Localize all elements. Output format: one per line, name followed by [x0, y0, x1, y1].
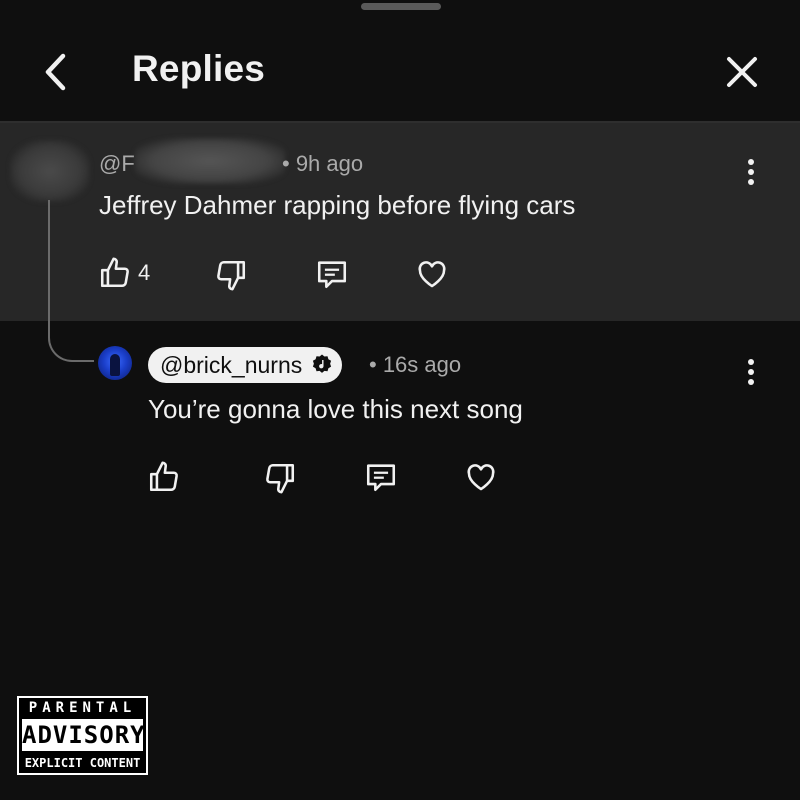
parental-advisory-line1: PARENTAL — [28, 700, 137, 716]
parental-advisory-line3: EXPLICIT CONTENT — [24, 756, 141, 770]
reply-author-chip[interactable]: @brick_nurns — [148, 347, 343, 383]
redacted-username — [135, 138, 285, 184]
music-note-badge-icon — [310, 353, 334, 377]
avatar-figure — [110, 354, 120, 376]
redacted-avatar — [10, 140, 90, 202]
avatar[interactable] — [98, 346, 132, 380]
comment-icon — [366, 464, 396, 492]
parent-like-button[interactable]: 4 — [98, 256, 150, 290]
page-title: Replies — [132, 48, 266, 89]
reply-heart-button[interactable] — [463, 460, 499, 494]
thumbs-up-icon — [149, 461, 178, 492]
close-icon — [727, 57, 757, 87]
reply-reply-button[interactable] — [363, 460, 399, 494]
heart-icon — [418, 261, 446, 288]
chevron-left-icon — [45, 53, 66, 91]
parent-comment-author[interactable]: @F — [99, 151, 135, 177]
more-vertical-icon — [748, 359, 754, 385]
drag-handle[interactable] — [361, 3, 441, 10]
reply-more-button[interactable] — [736, 350, 766, 394]
parent-like-count: 4 — [138, 260, 151, 285]
parental-advisory-line2: ADVISORY — [22, 719, 146, 751]
reply-timestamp: • 16s ago — [369, 352, 462, 377]
parent-heart-button[interactable] — [414, 257, 450, 291]
reply-dislike-button[interactable] — [263, 461, 297, 495]
parent-dislike-button[interactable] — [214, 258, 248, 292]
back-button[interactable] — [34, 50, 78, 94]
parent-more-button[interactable] — [736, 150, 766, 194]
thumbs-down-icon — [217, 260, 246, 291]
close-button[interactable] — [720, 50, 764, 94]
parent-comment-timestamp: • 9h ago — [282, 151, 364, 176]
replies-header: Replies — [0, 10, 800, 120]
reply-author: @brick_nurns — [160, 351, 303, 378]
parent-comment-text: Jeffrey Dahmer rapping before flying car… — [99, 190, 576, 220]
reply-like-button[interactable] — [147, 460, 181, 494]
more-vertical-icon — [748, 159, 754, 185]
heart-icon — [467, 464, 495, 491]
thread-connector-line — [48, 200, 94, 362]
reply-text: You’re gonna love this next song — [148, 394, 523, 424]
thumbs-up-icon — [100, 257, 129, 288]
parent-reply-button[interactable] — [314, 257, 350, 291]
parental-advisory-logo: PARENTAL ADVISORY EXPLICIT CONTENT — [17, 696, 148, 775]
thumbs-down-icon — [266, 463, 295, 494]
comment-icon — [317, 261, 347, 289]
